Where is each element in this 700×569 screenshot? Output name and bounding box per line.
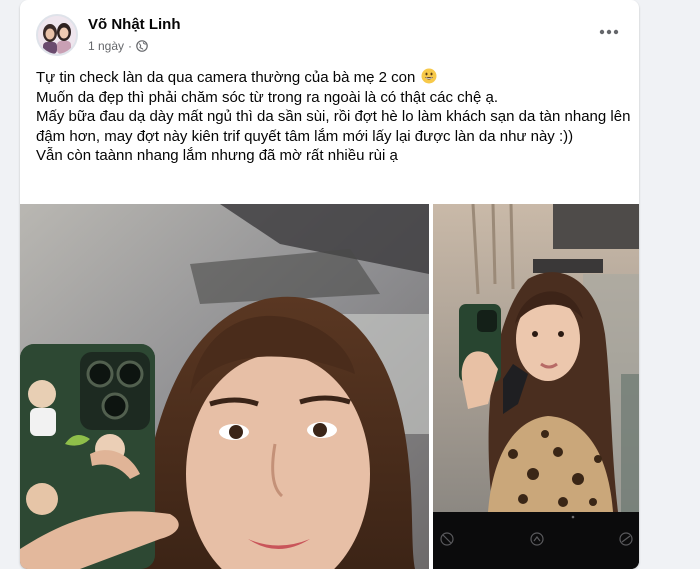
- author-name[interactable]: Võ Nhật Linh: [88, 16, 181, 33]
- post-meta: 1 ngày ·: [88, 39, 148, 53]
- post-line: Mấy bữa đau dạ dày mất ngủ thì da sần sù…: [36, 108, 635, 145]
- post-line: Tự tin check làn da qua camera thường củ…: [36, 68, 631, 88]
- post-header: Võ Nhật Linh 1 ngày ·: [20, 0, 639, 64]
- mirror-selfie-photo[interactable]: [433, 204, 639, 512]
- selfie-closeup-photo[interactable]: [20, 204, 429, 569]
- post-timestamp[interactable]: 1 ngày: [88, 39, 124, 53]
- post-body: Tự tin check làn da qua camera thường củ…: [36, 68, 631, 166]
- photo-grid: [20, 204, 639, 569]
- grinning-face-emoji: [421, 68, 437, 84]
- globe-icon[interactable]: [136, 40, 148, 52]
- post-line: Muốn da đẹp thì phải chăm sóc từ trong r…: [36, 88, 498, 106]
- more-options-icon[interactable]: [595, 18, 623, 46]
- post-card: Võ Nhật Linh 1 ngày · Tự tin check làn d…: [20, 0, 639, 569]
- camera-controls-strip: [433, 512, 639, 569]
- author-avatar[interactable]: [36, 14, 78, 56]
- meta-separator: ·: [128, 39, 133, 53]
- post-line: Vẫn còn taànn nhang lắm nhưng đã mờ rất …: [36, 147, 398, 164]
